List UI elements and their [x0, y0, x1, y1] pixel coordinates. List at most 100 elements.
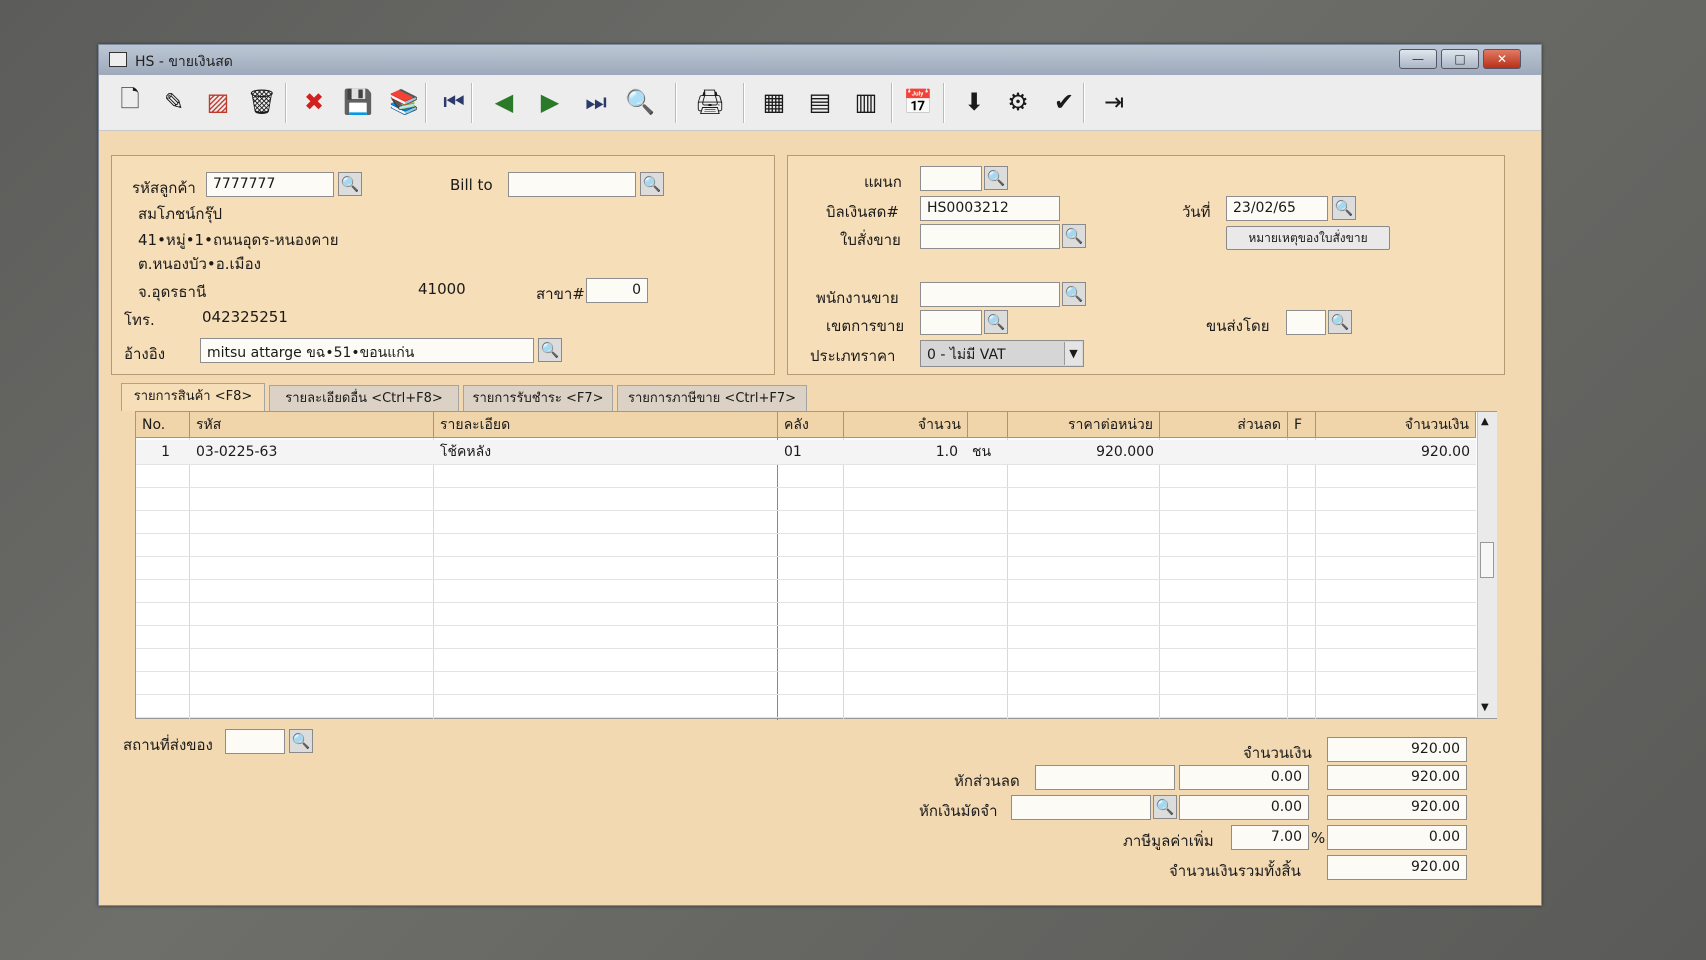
tab-payments[interactable]: รายการรับชำระ <F7>: [463, 385, 613, 411]
tel-label: โทร.: [124, 311, 155, 329]
calendar-icon[interactable]: 📅: [899, 83, 937, 121]
bill-number-input[interactable]: HS0003212: [920, 196, 1060, 221]
customer-search-icon[interactable]: 🔍: [338, 172, 362, 196]
customer-address-2: ต.หนองบัว•อ.เมือง: [138, 255, 261, 273]
discount-text-input[interactable]: [1035, 765, 1175, 790]
scroll-down-icon[interactable]: ▼: [1481, 702, 1489, 713]
approve-ok-icon[interactable]: ⬇: [955, 83, 993, 121]
deposit-value-input[interactable]: 0.00: [1179, 795, 1309, 820]
bill-to-input[interactable]: [508, 172, 636, 197]
sales-area-search-icon[interactable]: 🔍: [984, 310, 1008, 334]
table-row[interactable]: 1 03-0225-63 โช้คหลัง 01 1.0 ชน 920.000 …: [136, 440, 1476, 464]
bill-to-label: Bill to: [450, 176, 493, 194]
sales-area-input[interactable]: [920, 310, 982, 335]
title-bar[interactable]: HS - ขายเงินสด — □ ✕: [99, 45, 1541, 75]
sales-order-search-icon[interactable]: 🔍: [1062, 224, 1086, 248]
grid-row-line: [136, 625, 1476, 626]
prev-record-icon[interactable]: ◀: [485, 83, 523, 121]
scroll-thumb[interactable]: [1480, 542, 1494, 578]
bill-to-search-icon[interactable]: 🔍: [640, 172, 664, 196]
chevron-down-icon[interactable]: ▼: [1064, 342, 1082, 365]
maximize-button[interactable]: □: [1441, 49, 1479, 69]
report3-icon[interactable]: ▥: [847, 83, 885, 121]
date-label: วันที่: [1182, 203, 1211, 221]
exit-icon[interactable]: ⇥: [1095, 83, 1133, 121]
tab-other-details[interactable]: รายละเอียดอื่น <Ctrl+F8>: [269, 385, 459, 411]
date-input[interactable]: 23/02/65: [1226, 196, 1328, 221]
scroll-up-icon[interactable]: ▲: [1481, 416, 1489, 427]
branch-label: สาขา#: [536, 285, 585, 303]
price-type-value: 0 - ไม่มี VAT: [927, 347, 1006, 363]
next-record-icon[interactable]: ▶: [531, 83, 569, 121]
new-doc-icon[interactable]: 🗋: [111, 83, 149, 121]
first-record-icon[interactable]: ⏮: [435, 83, 473, 121]
items-grid: No. รหัส รายละเอียด คลัง จำนวน ราคาต่อหน…: [135, 411, 1497, 720]
cancel-icon[interactable]: ✖: [295, 83, 333, 121]
reference-input[interactable]: mitsu attarge ขฉ•51•ขอนแก่น: [200, 338, 534, 363]
ship-place-search-icon[interactable]: 🔍: [289, 729, 313, 753]
deposit-text-input[interactable]: [1011, 795, 1151, 820]
tel-value: 042325251: [202, 308, 288, 326]
minimize-button[interactable]: —: [1399, 49, 1437, 69]
ship-by-input[interactable]: [1286, 310, 1326, 335]
grid-row-line: [136, 510, 1476, 511]
report2-icon[interactable]: ▤: [801, 83, 839, 121]
reference-search-icon[interactable]: 🔍: [538, 338, 562, 362]
vat-label: ภาษีมูลค่าเพิ่ม: [1123, 832, 1214, 850]
sales-window: HS - ขายเงินสด — □ ✕ 🗋 ✎ ▨ 🗑 ✖ 💾 📚 ⏮ ◀ ▶ ⏭ 🔍 🖨 ▦ ▤ ▥ 📅 ⬇ ⚙…: [98, 44, 1542, 906]
toolbar-separator: [891, 83, 893, 123]
grid-row-line: [136, 487, 1476, 488]
sales-order-note-button[interactable]: หมายเหตุของใบสั่งขาย: [1226, 226, 1390, 250]
document-panel: แผนก 🔍 บิลเงินสด# HS0003212 วันที่ 23/02…: [787, 155, 1505, 375]
col-header-flag[interactable]: F: [1288, 412, 1316, 438]
close-button[interactable]: ✕: [1483, 49, 1521, 69]
void-icon[interactable]: ▨: [199, 83, 237, 121]
ship-by-search-icon[interactable]: 🔍: [1328, 310, 1352, 334]
vat-rate-input[interactable]: 7.00: [1231, 825, 1309, 850]
col-header-unit[interactable]: [968, 412, 1008, 438]
col-header-quantity[interactable]: จำนวน: [844, 412, 968, 438]
tab-items[interactable]: รายการสินค้า <F8>: [121, 383, 265, 411]
deposit-search-icon[interactable]: 🔍: [1153, 795, 1177, 819]
save-icon[interactable]: 💾: [339, 83, 377, 121]
toolbar: 🗋 ✎ ▨ 🗑 ✖ 💾 📚 ⏮ ◀ ▶ ⏭ 🔍 🖨 ▦ ▤ ▥ 📅 ⬇ ⚙ ✔ ⇥: [99, 75, 1541, 131]
bill-number-label: บิลเงินสด#: [826, 203, 899, 221]
salesman-input[interactable]: [920, 282, 1060, 307]
cell-no: 1: [161, 444, 170, 460]
delete-bin-icon[interactable]: 🗑: [243, 83, 281, 121]
ship-place-input[interactable]: [225, 729, 285, 754]
branch-input[interactable]: 0: [586, 278, 648, 303]
toolbar-separator: [285, 83, 287, 123]
col-header-no[interactable]: No.: [136, 412, 190, 438]
customer-panel: รหัสลูกค้า 7777777 🔍 Bill to 🔍 สมโภชน์กร…: [111, 155, 775, 375]
col-header-warehouse[interactable]: คลัง: [778, 412, 844, 438]
col-header-description[interactable]: รายละเอียด: [434, 412, 778, 438]
report1-icon[interactable]: ▦: [755, 83, 793, 121]
toolbar-separator: [425, 83, 427, 123]
price-type-select[interactable]: 0 - ไม่มี VAT: [920, 340, 1084, 367]
col-header-discount[interactable]: ส่วนลด: [1160, 412, 1288, 438]
customer-address-1: 41•หมู่•1•ถนนอุดร-หนองคาย: [138, 231, 339, 249]
sales-order-input[interactable]: [920, 224, 1060, 249]
col-header-code[interactable]: รหัส: [190, 412, 434, 438]
col-header-amount[interactable]: จำนวนเงิน: [1316, 412, 1476, 438]
sales-order-label: ใบสั่งขาย: [840, 231, 901, 249]
department-input[interactable]: [920, 166, 982, 191]
last-record-icon[interactable]: ⏭: [577, 83, 615, 121]
grand-total-field: 920.00: [1327, 855, 1467, 880]
department-search-icon[interactable]: 🔍: [984, 166, 1008, 190]
customer-code-input[interactable]: 7777777: [206, 172, 334, 197]
tab-sales-tax[interactable]: รายการภาษีขาย <Ctrl+F7>: [617, 385, 807, 411]
reference-label: อ้างอิง: [124, 345, 166, 363]
ok-icon[interactable]: ✔: [1045, 83, 1083, 121]
salesman-search-icon[interactable]: 🔍: [1062, 282, 1086, 306]
edit-icon[interactable]: ✎: [155, 83, 193, 121]
print-icon[interactable]: 🖨: [691, 83, 729, 121]
tools-icon[interactable]: ⚙: [999, 83, 1037, 121]
date-picker-icon[interactable]: 🔍: [1332, 196, 1356, 220]
search-doc-icon[interactable]: 🔍: [621, 83, 659, 121]
grid-scrollbar[interactable]: ▲ ▼: [1477, 412, 1497, 718]
discount-value-input[interactable]: 0.00: [1179, 765, 1309, 790]
books-icon[interactable]: 📚: [385, 83, 423, 121]
col-header-unit-price[interactable]: ราคาต่อหน่วย: [1008, 412, 1160, 438]
